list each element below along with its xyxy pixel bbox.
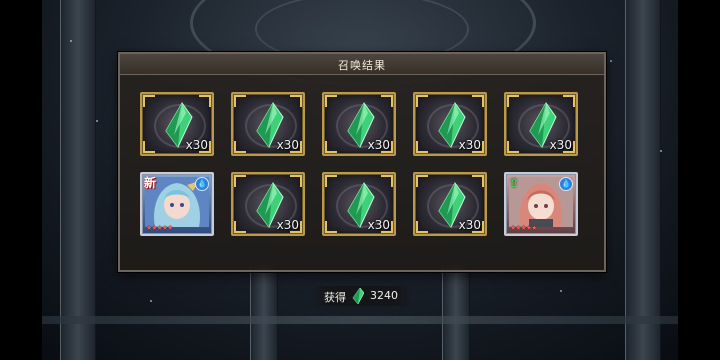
obtained-label: 获得 — [324, 291, 346, 304]
obtained-summary: 获得 3240 — [312, 286, 412, 306]
quantity-label: x30 — [458, 138, 481, 152]
quantity-label: x30 — [185, 138, 208, 152]
obtained-value: 3240 — [370, 289, 398, 302]
up-arrow-icon: ⇧ — [509, 176, 520, 190]
rarity-stars: ★★★★★ — [510, 224, 537, 232]
reward-slot-character[interactable]: ⇧ 💧 ★★★★★ — [504, 172, 578, 236]
left-pillar — [60, 0, 96, 360]
star — [660, 150, 662, 152]
star — [96, 120, 98, 122]
water-drop-icon: 💧 — [195, 177, 209, 191]
summon-result-panel: 召唤结果 x30 x30 x30 x30 x30 新 💧 ★★★★★ x30 x… — [118, 52, 606, 272]
quantity-label: x30 — [276, 138, 299, 152]
reward-slot-crystal[interactable]: x30 — [322, 92, 396, 156]
star — [610, 60, 612, 62]
quantity-label: x30 — [458, 218, 481, 232]
green-crystal-icon — [352, 288, 364, 304]
left-letterbox — [0, 0, 42, 360]
quantity-label: x30 — [367, 138, 390, 152]
panel-title: 召唤结果 — [338, 59, 386, 72]
water-drop-icon: 💧 — [559, 177, 573, 191]
floor-band — [42, 316, 678, 324]
reward-slot-crystal[interactable]: x30 — [322, 172, 396, 236]
center-left-pedestal — [250, 265, 278, 360]
reward-slot-crystal[interactable]: x30 — [140, 92, 214, 156]
star — [560, 290, 562, 292]
reward-slot-crystal[interactable]: x30 — [231, 172, 305, 236]
panel-title-bar: 召唤结果 — [120, 54, 604, 75]
reward-slot-character[interactable]: 新 💧 ★★★★★ — [140, 172, 214, 236]
right-pillar — [625, 0, 661, 360]
quantity-label: x30 — [549, 138, 572, 152]
new-badge: 新 — [144, 176, 157, 190]
reward-slot-crystal[interactable]: x30 — [231, 92, 305, 156]
rarity-stars: ★★★★★ — [146, 224, 173, 232]
reward-slot-crystal[interactable]: x30 — [504, 92, 578, 156]
reward-slot-crystal[interactable]: x30 — [413, 172, 487, 236]
quantity-label: x30 — [367, 218, 390, 232]
right-letterbox — [678, 0, 720, 360]
center-right-pedestal — [442, 265, 470, 360]
reward-slot-crystal[interactable]: x30 — [413, 92, 487, 156]
star — [150, 300, 152, 302]
star — [70, 40, 72, 42]
quantity-label: x30 — [276, 218, 299, 232]
